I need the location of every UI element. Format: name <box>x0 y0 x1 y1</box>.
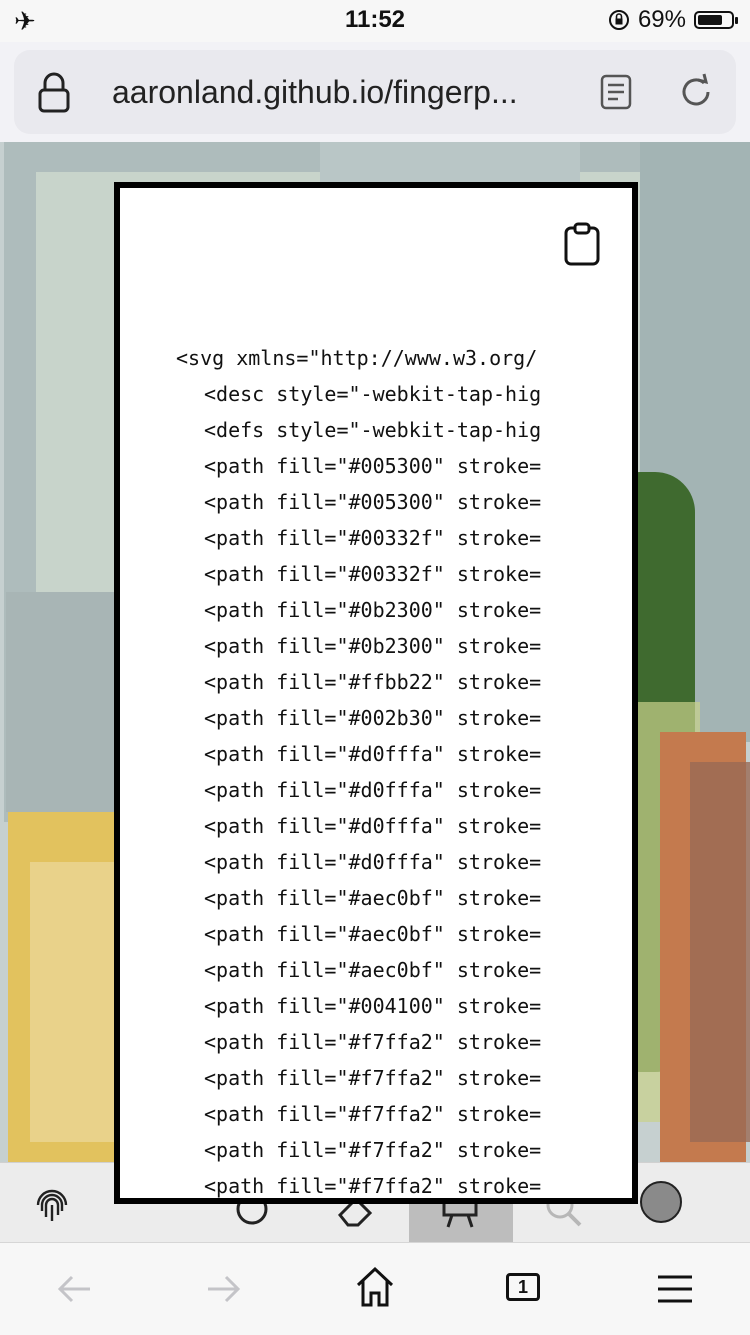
tabs-button[interactable]: 1 <box>506 1273 540 1301</box>
paint-area <box>6 592 126 812</box>
code-line: <path fill="#005300" stroke= <box>204 490 542 514</box>
code-line: <defs style="-webkit-tap-hig <box>204 418 542 442</box>
fingerprint-icon[interactable] <box>32 1185 72 1225</box>
code-line: <path fill="#f7ffa2" stroke= <box>204 1066 542 1090</box>
code-line: <path fill="#002b30" stroke= <box>204 706 542 730</box>
tab-count: 1 <box>517 1277 528 1297</box>
battery-percent: 69% <box>637 6 686 33</box>
svg-source-dialog: <svg xmlns="http://www.w3.org/ <desc styl… <box>114 182 638 1204</box>
code-line: <path fill="#d0fffa" stroke= <box>204 814 542 838</box>
code-line: <path fill="#f7ffa2" stroke= <box>204 1174 542 1198</box>
menu-icon[interactable] <box>656 1273 694 1305</box>
paint-area <box>690 762 750 1142</box>
svg-code-block: <svg xmlns="http://www.w3.org/ <desc styl… <box>176 340 606 1198</box>
code-line: <path fill="#0b2300" stroke= <box>204 634 542 658</box>
code-line: <path fill="#f7ffa2" stroke= <box>204 1138 542 1162</box>
lock-icon <box>38 72 70 113</box>
clipboard-icon[interactable] <box>562 222 602 266</box>
reload-icon[interactable] <box>676 72 716 112</box>
color-swatch[interactable] <box>640 1181 682 1223</box>
code-line: <svg xmlns="http://www.w3.org/ <box>176 346 538 370</box>
code-line: <path fill="#005300" stroke= <box>204 454 542 478</box>
code-line: <path fill="#d0fffa" stroke= <box>204 778 542 802</box>
address-bar[interactable]: aaronland.github.io/fingerp... <box>14 50 736 134</box>
battery-fill <box>698 15 722 25</box>
status-right: 69% <box>608 6 738 34</box>
code-line: <path fill="#00332f" stroke= <box>204 526 542 550</box>
code-line: <path fill="#d0fffa" stroke= <box>204 850 542 874</box>
reader-mode-icon[interactable] <box>600 74 632 110</box>
code-line: <path fill="#aec0bf" stroke= <box>204 922 542 946</box>
code-line: <path fill="#f7ffa2" stroke= <box>204 1102 542 1126</box>
orientation-lock-icon <box>608 10 629 30</box>
code-line: <path fill="#aec0bf" stroke= <box>204 886 542 910</box>
back-arrow-icon[interactable] <box>54 1271 94 1307</box>
home-icon[interactable] <box>354 1265 396 1309</box>
code-line: <path fill="#004100" stroke= <box>204 994 542 1018</box>
browser-bottom-bar: 1 <box>0 1242 750 1335</box>
code-line: <path fill="#aec0bf" stroke= <box>204 958 542 982</box>
status-bar: ✈ 11:52 69% <box>0 0 750 42</box>
code-line: <path fill="#d0fffa" stroke= <box>204 742 542 766</box>
battery-icon <box>694 11 738 29</box>
code-line: <desc style="-webkit-tap-hig <box>204 382 542 406</box>
url-text[interactable]: aaronland.github.io/fingerp... <box>112 74 518 111</box>
code-line: <path fill="#00332f" stroke= <box>204 562 542 586</box>
code-line: <path fill="#f7ffa2" stroke= <box>204 1030 542 1054</box>
forward-arrow-icon[interactable] <box>204 1271 244 1307</box>
code-line: <path fill="#0b2300" stroke= <box>204 598 542 622</box>
code-line: <path fill="#ffbb22" stroke= <box>204 670 542 694</box>
